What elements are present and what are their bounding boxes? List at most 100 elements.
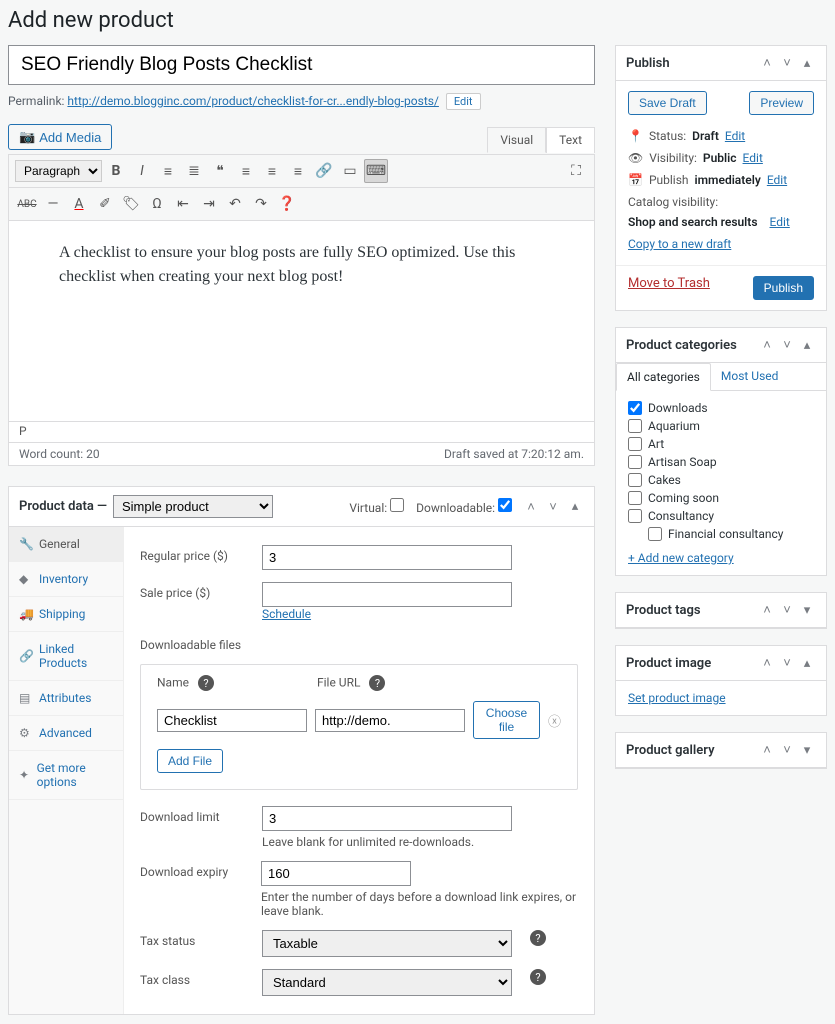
help-icon[interactable]: ? <box>530 969 546 985</box>
product-type-select[interactable]: Simple product <box>113 495 273 518</box>
paste-icon[interactable]: 🏷 <box>119 192 143 216</box>
quote-icon[interactable]: ❝ <box>208 159 232 183</box>
calendar-icon: 📅 <box>628 173 643 187</box>
hr-icon[interactable]: — <box>41 192 65 216</box>
downloadable-check[interactable]: Downloadable: <box>416 498 512 515</box>
redo-icon[interactable]: ↷ <box>249 192 273 216</box>
category-item[interactable]: Downloads <box>628 399 814 417</box>
collapse-icon[interactable]: ▴ <box>798 654 816 672</box>
choose-file-button[interactable]: Choose file <box>473 701 540 739</box>
align-left-icon[interactable]: ≡ <box>234 159 258 183</box>
chevron-down-icon[interactable]: ˅ <box>778 54 796 72</box>
pd-tab-getmore[interactable]: ✦Get more options <box>9 751 123 800</box>
schedule-link[interactable]: Schedule <box>262 607 311 621</box>
more-icon[interactable]: ▭ <box>338 159 362 183</box>
collapse-icon[interactable]: ▾ <box>798 741 816 759</box>
dl-url-input[interactable] <box>315 709 465 732</box>
delete-file-icon[interactable]: ⓧ <box>548 711 561 730</box>
download-limit-help: Leave blank for unlimited re-downloads. <box>262 835 512 849</box>
category-item[interactable]: Coming soon <box>628 489 814 507</box>
editor-content[interactable]: A checklist to ensure your blog posts ar… <box>9 221 594 421</box>
chevron-up-icon[interactable]: ˄ <box>522 498 540 516</box>
collapse-icon[interactable]: ▾ <box>798 601 816 619</box>
permalink-url[interactable]: http://demo.blogginc.com/product/checkli… <box>67 94 438 108</box>
align-right-icon[interactable]: ≡ <box>286 159 310 183</box>
tax-status-select[interactable]: Taxable <box>262 930 512 957</box>
pd-tab-attributes[interactable]: ▤Attributes <box>9 681 123 716</box>
pd-tab-inventory[interactable]: ◆Inventory <box>9 562 123 597</box>
publish-button[interactable]: Publish <box>753 276 814 300</box>
clear-format-icon[interactable]: ✐ <box>93 192 117 216</box>
undo-icon[interactable]: ↶ <box>223 192 247 216</box>
number-list-icon[interactable]: ≣ <box>182 159 206 183</box>
chevron-up-icon[interactable]: ˄ <box>758 601 776 619</box>
edit-publish-link[interactable]: Edit <box>767 173 787 187</box>
dl-url-header: File URL ? <box>317 675 467 691</box>
chevron-down-icon[interactable]: ˅ <box>778 741 796 759</box>
download-expiry-input[interactable] <box>261 861 411 886</box>
help-icon[interactable]: ❓ <box>275 192 299 216</box>
special-char-icon[interactable]: Ω <box>145 192 169 216</box>
help-icon[interactable]: ? <box>198 675 214 691</box>
edit-slug-button[interactable]: Edit <box>446 93 481 110</box>
set-product-image-link[interactable]: Set product image <box>628 691 726 705</box>
fullscreen-icon[interactable]: ⛶ <box>564 159 588 183</box>
add-media-button[interactable]: 📷Add Media <box>8 124 112 150</box>
chevron-up-icon[interactable]: ˄ <box>758 741 776 759</box>
tab-visual[interactable]: Visual <box>487 127 546 153</box>
textcolor-icon[interactable]: A <box>67 192 91 216</box>
help-icon[interactable]: ? <box>530 930 546 946</box>
outdent-icon[interactable]: ⇤ <box>171 192 195 216</box>
category-item[interactable]: Cakes <box>628 471 814 489</box>
tax-class-select[interactable]: Standard <box>262 969 512 996</box>
pd-tab-general[interactable]: 🔧General <box>9 527 123 562</box>
download-limit-input[interactable] <box>262 806 512 831</box>
category-item[interactable]: Consultancy <box>628 507 814 525</box>
chevron-up-icon[interactable]: ˄ <box>758 336 776 354</box>
add-category-link[interactable]: + Add new category <box>628 551 734 565</box>
preview-button[interactable]: Preview <box>749 91 814 115</box>
product-title-input[interactable] <box>8 45 595 85</box>
link-icon[interactable]: 🔗 <box>312 159 336 183</box>
italic-icon[interactable]: I <box>130 159 154 183</box>
add-file-button[interactable]: Add File <box>157 749 223 773</box>
chevron-up-icon[interactable]: ˄ <box>758 54 776 72</box>
virtual-check[interactable]: Virtual: <box>349 498 404 515</box>
align-center-icon[interactable]: ≡ <box>260 159 284 183</box>
collapse-icon[interactable]: ▴ <box>798 54 816 72</box>
collapse-icon[interactable]: ▴ <box>798 336 816 354</box>
pd-tab-advanced[interactable]: ⚙Advanced <box>9 716 123 751</box>
strike-icon[interactable]: ABC <box>15 192 39 216</box>
category-item[interactable]: Aquarium <box>628 417 814 435</box>
chevron-down-icon[interactable]: ˅ <box>544 498 562 516</box>
copy-draft-link[interactable]: Copy to a new draft <box>628 237 731 251</box>
toolbar-toggle-icon[interactable]: ⌨ <box>364 159 388 183</box>
chevron-down-icon[interactable]: ˅ <box>778 336 796 354</box>
edit-catalog-link[interactable]: Edit <box>770 215 790 229</box>
category-item[interactable]: Artisan Soap <box>628 453 814 471</box>
bold-icon[interactable]: B <box>104 159 128 183</box>
tab-text[interactable]: Text <box>546 127 595 153</box>
save-draft-button[interactable]: Save Draft <box>628 91 707 115</box>
edit-status-link[interactable]: Edit <box>725 129 745 143</box>
edit-visibility-link[interactable]: Edit <box>743 151 763 165</box>
regular-price-input[interactable] <box>262 545 512 570</box>
pd-tab-shipping[interactable]: 🚚Shipping <box>9 597 123 632</box>
chevron-down-icon[interactable]: ˅ <box>778 601 796 619</box>
chevron-down-icon[interactable]: ˅ <box>778 654 796 672</box>
cat-tab-all[interactable]: All categories <box>616 363 711 391</box>
dl-name-input[interactable] <box>157 709 307 732</box>
collapse-icon[interactable]: ▴ <box>566 498 584 516</box>
category-item[interactable]: Financial consultancy <box>628 525 814 543</box>
pin-icon: 📍 <box>628 129 643 143</box>
pd-tab-linked[interactable]: 🔗Linked Products <box>9 632 123 681</box>
indent-icon[interactable]: ⇥ <box>197 192 221 216</box>
move-to-trash-link[interactable]: Move to Trash <box>628 276 710 300</box>
cat-tab-most[interactable]: Most Used <box>711 363 789 390</box>
chevron-up-icon[interactable]: ˄ <box>758 654 776 672</box>
format-select[interactable]: Paragraph <box>15 160 102 182</box>
bullet-list-icon[interactable]: ≡ <box>156 159 180 183</box>
help-icon[interactable]: ? <box>369 675 385 691</box>
category-item[interactable]: Art <box>628 435 814 453</box>
sale-price-input[interactable] <box>262 582 512 607</box>
